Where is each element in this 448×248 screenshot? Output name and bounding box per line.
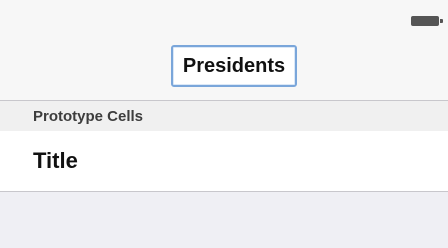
- battery-icon: [411, 16, 443, 26]
- table-background: [0, 192, 448, 248]
- status-bar: [0, 0, 448, 26]
- cell-title: Title: [33, 148, 78, 173]
- section-header-label: Prototype Cells: [33, 108, 144, 125]
- nav-title[interactable]: Presidents: [171, 45, 297, 87]
- section-header: Prototype Cells: [0, 101, 448, 131]
- navigation-bar: Presidents: [0, 26, 448, 101]
- storyboard-view: Presidents Prototype Cells Title: [0, 0, 448, 248]
- table-cell[interactable]: Title: [0, 131, 448, 192]
